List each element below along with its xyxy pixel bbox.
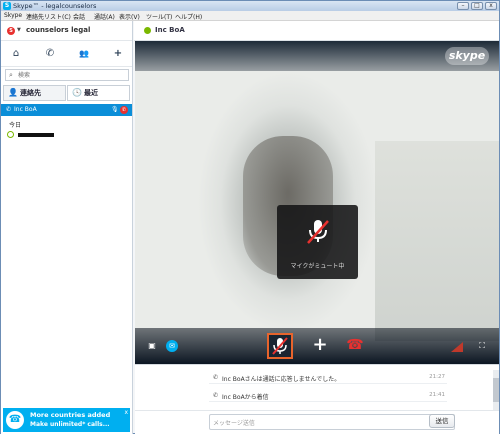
hang-up-icon[interactable]: ✆ bbox=[120, 106, 128, 114]
menu-call[interactable]: 通話(A) bbox=[94, 12, 115, 21]
mic-muted-icon bbox=[272, 337, 288, 355]
message-input[interactable]: メッセージ送信 ☺ bbox=[209, 414, 455, 430]
status-icon bbox=[7, 131, 14, 138]
tab-contacts[interactable]: 👤 連絡先 bbox=[3, 85, 66, 101]
message-list: ✆ Inc BoAさんは通話に応答しませんでした。 21:27 ✆ Inc Bo… bbox=[135, 370, 499, 410]
sidebar: S ▼ counselors legal ⌂ ✆ 👥 + ⌕ 👤 連絡先 🕓 最… bbox=[1, 21, 133, 434]
message-text: Inc BoAさんは通話に応答しませんでした。 bbox=[222, 376, 341, 383]
add-contact-icon[interactable]: + bbox=[111, 48, 125, 60]
chevron-down-icon[interactable]: ▼ bbox=[17, 27, 21, 33]
menu-conversation[interactable]: 会話 bbox=[73, 12, 85, 21]
search-icon: ⌕ bbox=[9, 71, 13, 79]
tab-recent[interactable]: 🕓 最近 bbox=[67, 85, 130, 101]
chat-icon[interactable]: ✉ bbox=[166, 340, 178, 352]
mute-label: マイクがミュート中 bbox=[290, 263, 345, 270]
phone-icon: ✆ bbox=[6, 106, 12, 113]
call-controls: ▣ ✉ + ☎ ⛶ bbox=[135, 328, 499, 364]
mute-toggle-button[interactable] bbox=[267, 333, 293, 359]
signal-strength-icon[interactable] bbox=[451, 342, 463, 352]
list-item: ✆ Inc BoAから着信 21:41 bbox=[209, 390, 447, 402]
phone-icon: ✆ bbox=[213, 374, 219, 381]
active-call-item[interactable]: ✆ Inc BoA 🎙 ✆ bbox=[1, 104, 132, 116]
close-button[interactable]: x bbox=[485, 2, 497, 10]
home-icon[interactable]: ⌂ bbox=[9, 48, 23, 60]
message-text: Inc BoAから着信 bbox=[222, 394, 269, 401]
composer: メッセージ送信 ☺ 送信 bbox=[135, 410, 499, 434]
scrollbar-thumb[interactable] bbox=[493, 378, 499, 402]
minimize-button[interactable]: – bbox=[457, 2, 469, 10]
today-header: 今日 bbox=[9, 122, 22, 129]
menu-skype[interactable]: Skype bbox=[4, 12, 22, 19]
promo-banner[interactable]: ☎ More countries added Make unlimited* c… bbox=[3, 408, 130, 432]
message-time: 21:41 bbox=[429, 392, 445, 398]
screen-share-icon[interactable]: ▣ bbox=[147, 341, 157, 351]
message-time: 21:27 bbox=[429, 374, 445, 380]
promo-close-button[interactable]: x bbox=[124, 409, 128, 416]
skype-logo-icon: S bbox=[3, 2, 11, 10]
menu-view[interactable]: 表示(V) bbox=[119, 12, 140, 21]
contact-name[interactable]: Inc BoA bbox=[155, 26, 185, 34]
profile-header[interactable]: S ▼ counselors legal bbox=[1, 21, 132, 41]
fullscreen-icon[interactable]: ⛶ bbox=[476, 341, 488, 351]
mute-notification: マイクがミュート中 bbox=[277, 205, 358, 279]
list-item: ✆ Inc BoAさんは通話に応答しませんでした。 21:27 bbox=[209, 372, 447, 384]
search-box[interactable]: ⌕ bbox=[5, 69, 129, 81]
tab-recent-label: 最近 bbox=[84, 89, 98, 97]
online-status-icon bbox=[144, 27, 151, 34]
skype-window: S Skype™ - legalcounselors – □ x Skype 連… bbox=[0, 0, 500, 434]
message-placeholder: メッセージ送信 bbox=[213, 420, 255, 427]
clock-icon: 🕓 bbox=[72, 88, 82, 97]
globe-phone-icon: ☎ bbox=[6, 411, 24, 429]
maximize-button[interactable]: □ bbox=[471, 2, 483, 10]
hang-up-button[interactable]: ☎ bbox=[344, 336, 366, 354]
video-area: skype マイクがミュート中 bbox=[135, 41, 499, 364]
redacted-name bbox=[18, 133, 54, 137]
promo-subtitle[interactable]: Make unlimited* calls... bbox=[30, 421, 110, 428]
call-icon[interactable]: ✆ bbox=[43, 48, 57, 60]
menu-contacts[interactable]: 連絡先リスト(C) bbox=[26, 12, 71, 21]
contacts-group-icon[interactable]: 👥 bbox=[77, 48, 91, 60]
contact-icon: 👤 bbox=[8, 88, 18, 97]
profile-name[interactable]: counselors legal bbox=[26, 26, 90, 34]
phone-icon: ✆ bbox=[213, 392, 219, 399]
scrollbar[interactable] bbox=[493, 370, 499, 410]
action-toolbar: ⌂ ✆ 👥 + bbox=[1, 41, 132, 67]
conversation-header: Inc BoA bbox=[134, 21, 499, 41]
window-title: Skype™ - legalcounselors bbox=[13, 2, 97, 10]
active-call-name: Inc BoA bbox=[14, 106, 37, 113]
add-participant-icon[interactable]: + bbox=[311, 335, 329, 355]
mic-muted-icon bbox=[307, 220, 329, 244]
menu-tools[interactable]: ツール(T) bbox=[146, 12, 172, 21]
menu-help[interactable]: ヘルプ(H) bbox=[175, 12, 202, 21]
contact-tabs: 👤 連絡先 🕓 最近 bbox=[3, 85, 131, 101]
title-bar: S Skype™ - legalcounselors – □ x bbox=[1, 1, 499, 11]
video-background bbox=[375, 141, 499, 341]
search-input[interactable] bbox=[18, 70, 126, 80]
history-item[interactable] bbox=[7, 131, 127, 139]
mic-muted-icon[interactable]: 🎙 bbox=[111, 106, 119, 113]
skype-watermark: skype bbox=[445, 47, 489, 65]
menu-bar: Skype 連絡先リスト(C) 会話 通話(A) 表示(V) ツール(T) ヘル… bbox=[1, 11, 499, 21]
skype-status-icon[interactable]: S bbox=[7, 27, 15, 35]
tab-contacts-label: 連絡先 bbox=[20, 89, 41, 97]
promo-title: More countries added bbox=[30, 411, 111, 419]
send-button[interactable]: 送信 bbox=[429, 414, 455, 428]
